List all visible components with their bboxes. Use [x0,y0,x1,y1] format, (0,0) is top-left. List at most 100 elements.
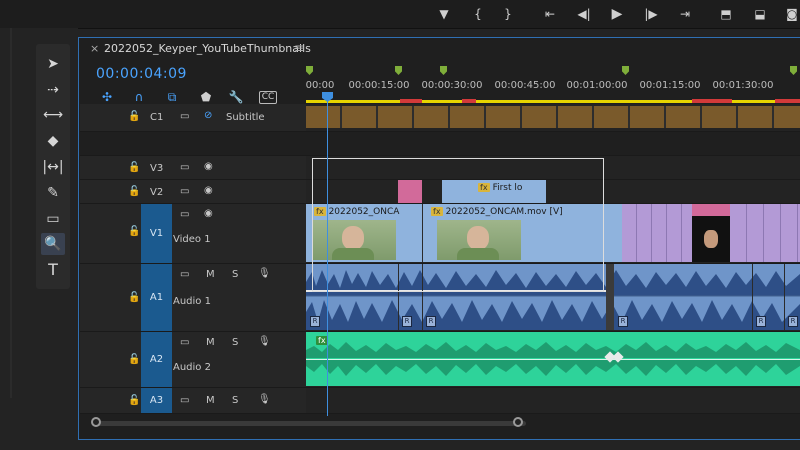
program-monitor-controls: ▼ { } ⇤ ◀| ▶ |▶ ⇥ ⬒ ⬓ ◙ [0,0,800,29]
solo-button[interactable]: S [232,337,238,348]
playhead-timecode[interactable]: 00:00:04:09 [96,66,187,82]
track-id: V2 [150,187,164,198]
lock-icon[interactable]: 🔓 [128,111,140,122]
captions-icon[interactable]: CC [259,91,277,104]
close-icon[interactable]: × [90,42,99,55]
ruler-label: 00:00:15:00 [348,80,410,91]
sync-icon[interactable]: ▭ [180,337,189,348]
lock-icon[interactable]: 🔓 [128,292,140,303]
lock-icon[interactable]: 🔓 [128,186,140,197]
sequence-name: 2022052_Keyper_YouTubeThumbnails [104,42,311,55]
graphic-clip[interactable] [692,204,730,262]
sequence-marker[interactable] [622,66,629,75]
mute-button[interactable]: M [206,269,215,280]
render-bar-red [400,99,422,103]
track-header-c1[interactable]: 🔓 C1 ▭ ⊘ Subtitle [80,104,306,132]
camera-icon[interactable]: ◙ [782,5,800,23]
microphone-icon[interactable]: 🎙 [258,268,271,279]
slip-tool-icon[interactable]: |↔| [41,156,65,178]
lock-icon[interactable]: 🔓 [128,226,140,237]
track-name: Video 1 [173,234,211,245]
audio-r-badge: R [426,316,436,327]
audio-clip[interactable]: fx [306,332,800,386]
overwrite-icon[interactable]: ⬓ [750,5,770,23]
sequence-tab[interactable]: × 2022052_Keyper_YouTubeThumbnails ≡ [80,38,800,60]
mute-button[interactable]: M [206,395,215,406]
audio-r-badge: R [788,316,798,327]
ripple-edit-tool-icon[interactable]: ⟷ [41,104,65,126]
marker-icon[interactable]: ▼ [434,5,454,23]
track-name: Audio 2 [173,362,211,373]
ruler-label: 00:00:30:00 [421,80,483,91]
track-header-a2[interactable]: 🔓 ▭ M S 🎙 Audio 2 [80,332,306,388]
type-tool-icon[interactable]: T [41,259,65,281]
lock-icon[interactable]: 🔓 [128,354,140,365]
sync-icon[interactable]: ▭ [180,209,189,220]
fx-badge: fx [316,336,328,345]
render-bar-red [775,99,800,103]
out-point-icon[interactable]: } [498,5,518,23]
track-id: C1 [150,112,164,123]
track-header-v1[interactable]: 🔓 ▭ ◉ Video 1 [80,204,306,264]
track-target-a3[interactable]: A3 [141,388,172,413]
sync-icon[interactable]: ▭ [180,186,189,197]
step-forward-icon[interactable]: |▶ [641,5,661,23]
track-target-v1[interactable]: V1 [141,204,172,263]
track-target-a1[interactable]: A1 [141,264,172,331]
rectangle-tool-icon[interactable]: ▭ [41,208,65,230]
eye-icon[interactable]: ◉ [204,208,213,219]
sync-icon[interactable]: ▭ [180,269,189,280]
track-area-a3[interactable] [306,388,800,414]
panel-menu-icon[interactable]: ≡ [294,41,304,55]
track-name: Subtitle [226,112,265,123]
insert-icon[interactable]: ⬒ [716,5,736,23]
play-icon[interactable]: ▶ [607,5,627,23]
track-header-v2[interactable]: 🔓 V2 ▭ ◉ [80,180,306,204]
caption-icon: ▭ [180,111,190,122]
sequence-marker[interactable] [790,66,797,75]
microphone-icon[interactable]: 🎙 [258,336,271,347]
ruler-label: 00:01:15:00 [639,80,701,91]
sequence-marker[interactable] [395,66,402,75]
microphone-icon[interactable]: 🎙 [258,394,271,405]
volume-rubberband[interactable] [306,359,800,360]
lock-icon[interactable]: 🔓 [128,395,140,406]
track-area-c1[interactable] [306,104,800,132]
go-to-in-icon[interactable]: ⇤ [540,5,560,23]
in-point-icon[interactable]: { [468,5,488,23]
sync-icon[interactable]: ▭ [180,162,189,173]
selection-tool-icon[interactable]: ➤ [41,53,65,75]
track-area-a2[interactable]: fx [306,332,800,388]
eye-icon[interactable]: ◉ [204,161,213,172]
purple-clip[interactable] [622,204,692,262]
track-header-a3[interactable]: 🔓 ▭ M S 🎙 [80,388,306,414]
step-back-icon[interactable]: ◀| [574,5,594,23]
eye-icon[interactable]: ◉ [204,185,213,196]
pen-tool-icon[interactable]: ✎ [41,182,65,204]
sequence-marker[interactable] [440,66,447,75]
solo-button[interactable]: S [232,395,238,406]
zoom-tool-icon[interactable]: 🔍 [41,233,65,255]
horizontal-scrollbar[interactable] [96,421,526,426]
clip-thumbnail [692,216,730,262]
track-header-v3[interactable]: 🔓 V3 ▭ ◉ [80,156,306,180]
sync-icon[interactable]: ▭ [180,395,189,406]
mute-button[interactable]: M [206,337,215,348]
hidden-eye-icon[interactable]: ⊘ [204,110,212,121]
sequence-marker[interactable] [306,66,313,75]
track-id: V3 [150,163,164,174]
caption-clips[interactable] [306,106,800,128]
lock-icon[interactable]: 🔓 [128,162,140,173]
razor-tool-icon[interactable]: ◆ [41,130,65,152]
purple-clip[interactable] [730,204,800,262]
go-to-out-icon[interactable]: ⇥ [675,5,695,23]
playhead-line[interactable] [327,92,328,416]
solo-button[interactable]: S [232,269,238,280]
track-select-tool-icon[interactable]: ⇢ [41,79,65,101]
audio-r-badge: R [618,316,628,327]
track-target-a2[interactable]: A2 [141,332,172,387]
time-ruler[interactable]: 00:00 00:00:15:00 00:00:30:00 00:00:45:0… [306,60,800,102]
scrollbar-right-handle[interactable] [513,417,523,427]
scrollbar-left-handle[interactable] [91,417,101,427]
track-header-a1[interactable]: 🔓 ▭ M S 🎙 Audio 1 [80,264,306,332]
